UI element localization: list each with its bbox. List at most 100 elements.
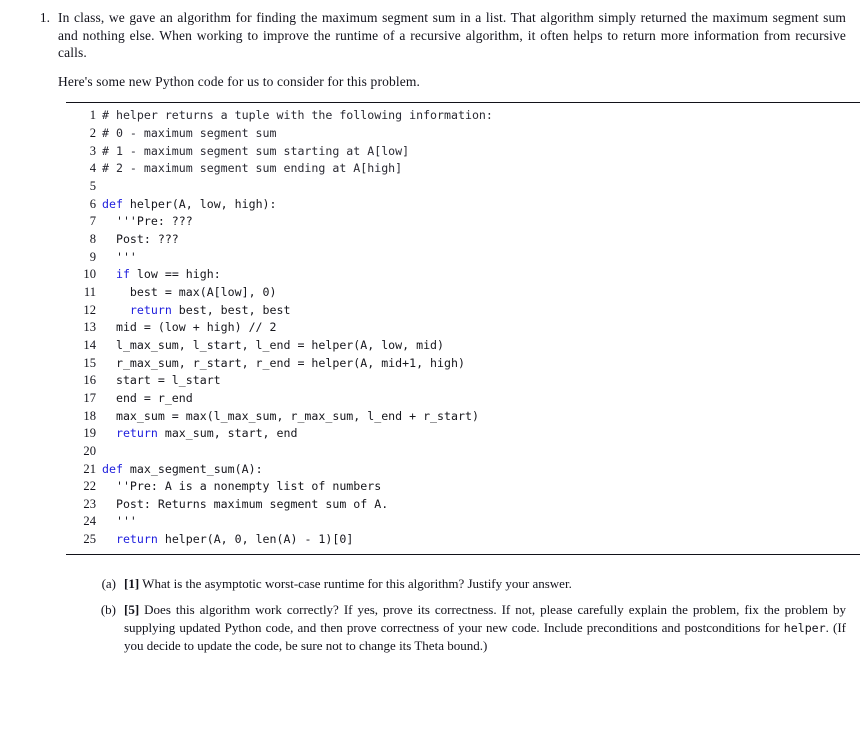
code-token-kw: if bbox=[115, 267, 130, 282]
code-line-number: 1 bbox=[89, 108, 96, 123]
code-line-number: 23 bbox=[83, 496, 96, 511]
problem-block: 1. In class, we gave an algorithm for fi… bbox=[0, 0, 860, 654]
code-line-number: 5 bbox=[89, 179, 96, 193]
code-line-number: 19 bbox=[83, 426, 96, 441]
code-line-number: 25 bbox=[83, 532, 96, 547]
code-line-source: ''' bbox=[102, 249, 846, 267]
code-line-source: if low == high: bbox=[102, 266, 846, 284]
subquestion-label: (b) bbox=[100, 602, 116, 618]
code-line: 15 r_max_sum, r_start, r_end = helper(A,… bbox=[58, 355, 846, 373]
code-line-source: '''Pre: ??? bbox=[102, 213, 846, 231]
subquestion-text: [1] What is the asymptotic worst-case ru… bbox=[124, 575, 846, 592]
subquestion-body: What is the asymptotic worst-case runtim… bbox=[139, 575, 572, 591]
code-line-source: end = r_end bbox=[102, 390, 846, 408]
code-token-src: ''' bbox=[102, 514, 137, 529]
code-token-src: start = l_start bbox=[102, 373, 221, 388]
problem-number: 1. bbox=[39, 10, 50, 25]
code-line: 4 # 2 - maximum segment sum ending at A[h… bbox=[58, 160, 846, 178]
code-line-number: 6 bbox=[89, 196, 96, 211]
code-line: 24 ''' bbox=[58, 513, 846, 531]
code-token-src bbox=[102, 267, 116, 281]
code-token-src: max_sum = max(l_max_sum, r_max_sum, l_en… bbox=[102, 408, 479, 423]
code-line: 6 def helper(A, low, high): bbox=[58, 196, 846, 214]
code-line: 13 mid = (low + high) // 2 bbox=[58, 319, 846, 337]
code-line-number: 13 bbox=[83, 320, 96, 335]
code-line-source: Post: Returns maximum segment sum of A. bbox=[102, 496, 846, 514]
code-line-source: return max_sum, start, end bbox=[102, 425, 846, 443]
code-token-src: helper(A, 0, len(A) - 1)[0] bbox=[157, 532, 354, 547]
code-line-source: # 0 - maximum segment sum bbox=[102, 125, 846, 143]
code-line-source: # 1 - maximum segment sum starting at A[… bbox=[102, 143, 846, 161]
code-lines: 1 # helper returns a tuple with the follo… bbox=[58, 103, 846, 550]
code-line-source: max_sum = max(l_max_sum, r_max_sum, l_en… bbox=[102, 408, 846, 426]
code-line-source: ''Pre: A is a nonempty list of numbers bbox=[102, 478, 846, 496]
code-line-source bbox=[102, 178, 846, 196]
code-token-cmt: # 2 - maximum segment sum ending at A[hi… bbox=[102, 161, 403, 176]
code-token-src: Post: ??? bbox=[102, 231, 179, 246]
code-listing: 1 # helper returns a tuple with the follo… bbox=[58, 102, 860, 555]
code-line-source: best = max(A[low], 0) bbox=[102, 284, 846, 302]
code-token-src bbox=[102, 426, 116, 440]
code-line-source: return best, best, best bbox=[102, 302, 846, 320]
subquestion-text: [5] Does this algorithm work correctly? … bbox=[124, 601, 846, 654]
code-token-src: l_max_sum, l_start, l_end = helper(A, lo… bbox=[102, 337, 445, 352]
code-line: 19 return max_sum, start, end bbox=[58, 425, 846, 443]
code-line: 5 bbox=[58, 178, 846, 196]
code-line: 1 # helper returns a tuple with the follo… bbox=[58, 107, 846, 125]
code-token-src: ''' bbox=[102, 249, 137, 264]
subquestion-row: (b) [5] Does this algorithm work correctl… bbox=[86, 601, 846, 654]
code-token-src: low == high: bbox=[129, 267, 221, 282]
code-line-number: 16 bbox=[83, 373, 96, 388]
code-line-number: 11 bbox=[83, 284, 96, 299]
code-intro-paragraph: Here's some new Python code for us to co… bbox=[58, 73, 420, 89]
code-line-source: Post: ??? bbox=[102, 231, 846, 249]
code-token-src bbox=[102, 303, 130, 317]
problem-row: 1. In class, we gave an algorithm for fi… bbox=[0, 0, 860, 654]
subquestion-marks: [5] bbox=[124, 602, 140, 618]
code-token-cmt: # 0 - maximum segment sum bbox=[102, 126, 277, 141]
code-line-number: 10 bbox=[83, 267, 96, 282]
code-line-source: start = l_start bbox=[102, 372, 846, 390]
code-line-number: 4 bbox=[89, 161, 96, 176]
code-line-source: # helper returns a tuple with the follow… bbox=[102, 107, 846, 125]
code-token-kw: def bbox=[102, 196, 123, 211]
code-line: 11 best = max(A[low], 0) bbox=[58, 284, 846, 302]
code-line: 18 max_sum = max(l_max_sum, r_max_sum, l… bbox=[58, 408, 846, 426]
code-line: 12 return best, best, best bbox=[58, 302, 846, 320]
subquestion-inline-code: helper bbox=[783, 620, 826, 635]
code-token-src: '''Pre: ??? bbox=[102, 214, 193, 229]
code-token-kw: def bbox=[102, 461, 123, 476]
code-line: 8 Post: ??? bbox=[58, 231, 846, 249]
code-line-source: r_max_sum, r_start, r_end = helper(A, mi… bbox=[102, 355, 846, 373]
listing-bottom-rule bbox=[66, 553, 860, 555]
code-line: 23 Post: Returns maximum segment sum of … bbox=[58, 496, 846, 514]
code-line-number: 17 bbox=[83, 390, 96, 405]
code-line: 7 '''Pre: ??? bbox=[58, 213, 846, 231]
code-line-source: ''' bbox=[102, 513, 846, 531]
code-line: 22 ''Pre: A is a nonempty list of number… bbox=[58, 478, 846, 496]
code-token-src: max_sum, start, end bbox=[157, 426, 298, 441]
code-line-number: 15 bbox=[83, 355, 96, 370]
intro-paragraph: In class, we gave an algorithm for findi… bbox=[58, 10, 846, 61]
code-line: 10 if low == high: bbox=[58, 266, 846, 284]
code-line-source: return helper(A, 0, len(A) - 1)[0] bbox=[102, 531, 846, 549]
code-token-cmt: # 1 - maximum segment sum starting at A[… bbox=[102, 143, 410, 158]
code-line-number: 14 bbox=[83, 337, 96, 352]
code-line-source: def max_segment_sum(A): bbox=[102, 461, 846, 479]
code-line-source: l_max_sum, l_start, l_end = helper(A, lo… bbox=[102, 337, 846, 355]
code-token-src bbox=[102, 532, 116, 546]
code-line-number: 2 bbox=[89, 126, 96, 141]
code-line: 9 ''' bbox=[58, 249, 846, 267]
code-line: 25 return helper(A, 0, len(A) - 1)[0] bbox=[58, 531, 846, 549]
code-line: 17 end = r_end bbox=[58, 390, 846, 408]
code-token-src: max_segment_sum(A): bbox=[122, 461, 263, 476]
code-line: 20 bbox=[58, 443, 846, 461]
code-token-src: end = r_end bbox=[102, 390, 193, 405]
code-line-number: 24 bbox=[83, 514, 96, 529]
code-line-number: 21 bbox=[83, 461, 96, 476]
subquestion-marks: [1] bbox=[124, 575, 140, 591]
code-line-number: 9 bbox=[89, 249, 96, 264]
code-line-source: mid = (low + high) // 2 bbox=[102, 319, 846, 337]
code-line-number: 12 bbox=[83, 302, 96, 317]
code-line-number: 22 bbox=[83, 479, 96, 494]
